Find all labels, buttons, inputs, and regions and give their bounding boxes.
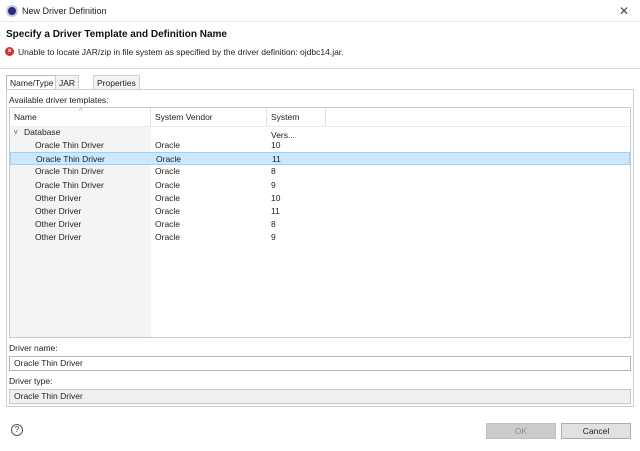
cell-system-version: 10 — [271, 140, 281, 150]
tree-group-database[interactable]: v Database — [10, 126, 630, 139]
cell-driver-name: Oracle Thin Driver — [35, 140, 104, 150]
cell-driver-name: Oracle Thin Driver — [36, 154, 105, 165]
error-message: Unable to locate JAR/zip in file system … — [18, 47, 344, 57]
header-divider — [0, 68, 640, 69]
driver-templates-table[interactable]: ^ Name System Vendor System Vers... v Da… — [9, 107, 631, 338]
table-row[interactable]: Other Driver Oracle 11 — [10, 205, 630, 218]
cell-system-version: 10 — [271, 192, 281, 203]
column-header-system-vendor[interactable]: System Vendor — [151, 108, 267, 126]
window-title: New Driver Definition — [22, 6, 107, 16]
cell-driver-name: Other Driver — [35, 192, 82, 203]
cell-system-version: 9 — [271, 179, 276, 190]
cell-system-vendor: Oracle — [155, 179, 181, 190]
table-row[interactable]: Other Driver Oracle 10 — [10, 192, 630, 205]
eclipse-icon — [6, 5, 18, 17]
driver-name-label: Driver name: — [9, 343, 58, 353]
table-row[interactable]: Other Driver Oracle 9 — [10, 231, 630, 244]
window-titlebar: New Driver Definition ✕ — [0, 0, 640, 22]
cell-driver-name: Other Driver — [35, 232, 82, 243]
cell-system-version: 11 — [271, 206, 280, 216]
column-header-name[interactable]: Name — [10, 108, 151, 126]
ok-button[interactable]: OK — [486, 423, 556, 439]
driver-type-field: Oracle Thin Driver — [9, 389, 631, 404]
close-icon[interactable]: ✕ — [616, 3, 632, 19]
cell-driver-name: Oracle Thin Driver — [35, 179, 104, 190]
cell-driver-name: Other Driver — [35, 206, 82, 216]
dialog-header: Specify a Driver Template and Definition… — [0, 23, 640, 67]
available-templates-label: Available driver templates: — [9, 95, 109, 105]
tab-jar-list[interactable]: JAR List — [55, 75, 80, 102]
cell-system-vendor: Oracle — [155, 219, 181, 230]
cell-system-vendor: Oracle — [156, 154, 182, 165]
cell-driver-name: Other Driver — [35, 219, 82, 230]
page-title: Specify a Driver Template and Definition… — [6, 29, 227, 40]
cell-system-version: 11 — [272, 154, 281, 165]
cancel-button[interactable]: Cancel — [561, 423, 631, 439]
tab-properties[interactable]: Properties — [93, 75, 140, 89]
table-row[interactable]: Other Driver Oracle 8 — [10, 218, 630, 231]
dialog-footer: ? OK Cancel — [0, 412, 640, 451]
table-row[interactable]: Oracle Thin Driver Oracle 10 — [10, 139, 630, 152]
table-row[interactable]: Oracle Thin Driver Oracle 8 — [10, 165, 630, 178]
cell-system-version: 8 — [271, 166, 276, 177]
cell-system-vendor: Oracle — [155, 206, 181, 216]
cell-system-vendor: Oracle — [155, 166, 181, 177]
chevron-down-icon[interactable]: v — [14, 126, 18, 139]
driver-name-input[interactable]: Oracle Thin Driver — [9, 356, 631, 371]
cell-system-version: 8 — [271, 219, 276, 230]
column-header-system-version[interactable]: System Vers... — [267, 108, 326, 140]
cell-system-vendor: Oracle — [155, 232, 181, 243]
cell-driver-name: Oracle Thin Driver — [35, 166, 104, 177]
error-icon: × — [5, 47, 14, 56]
driver-type-label: Driver type: — [9, 376, 53, 386]
tab-name-type[interactable]: Name/Type — [6, 75, 58, 90]
table-row[interactable]: Oracle Thin Driver Oracle 11 — [10, 152, 630, 166]
table-row[interactable]: Oracle Thin Driver Oracle 9 — [10, 179, 630, 192]
cell-system-vendor: Oracle — [155, 192, 181, 203]
help-icon[interactable]: ? — [11, 424, 23, 436]
cell-system-vendor: Oracle — [155, 140, 181, 150]
cell-system-version: 9 — [271, 232, 276, 243]
group-label: Database — [24, 127, 61, 137]
